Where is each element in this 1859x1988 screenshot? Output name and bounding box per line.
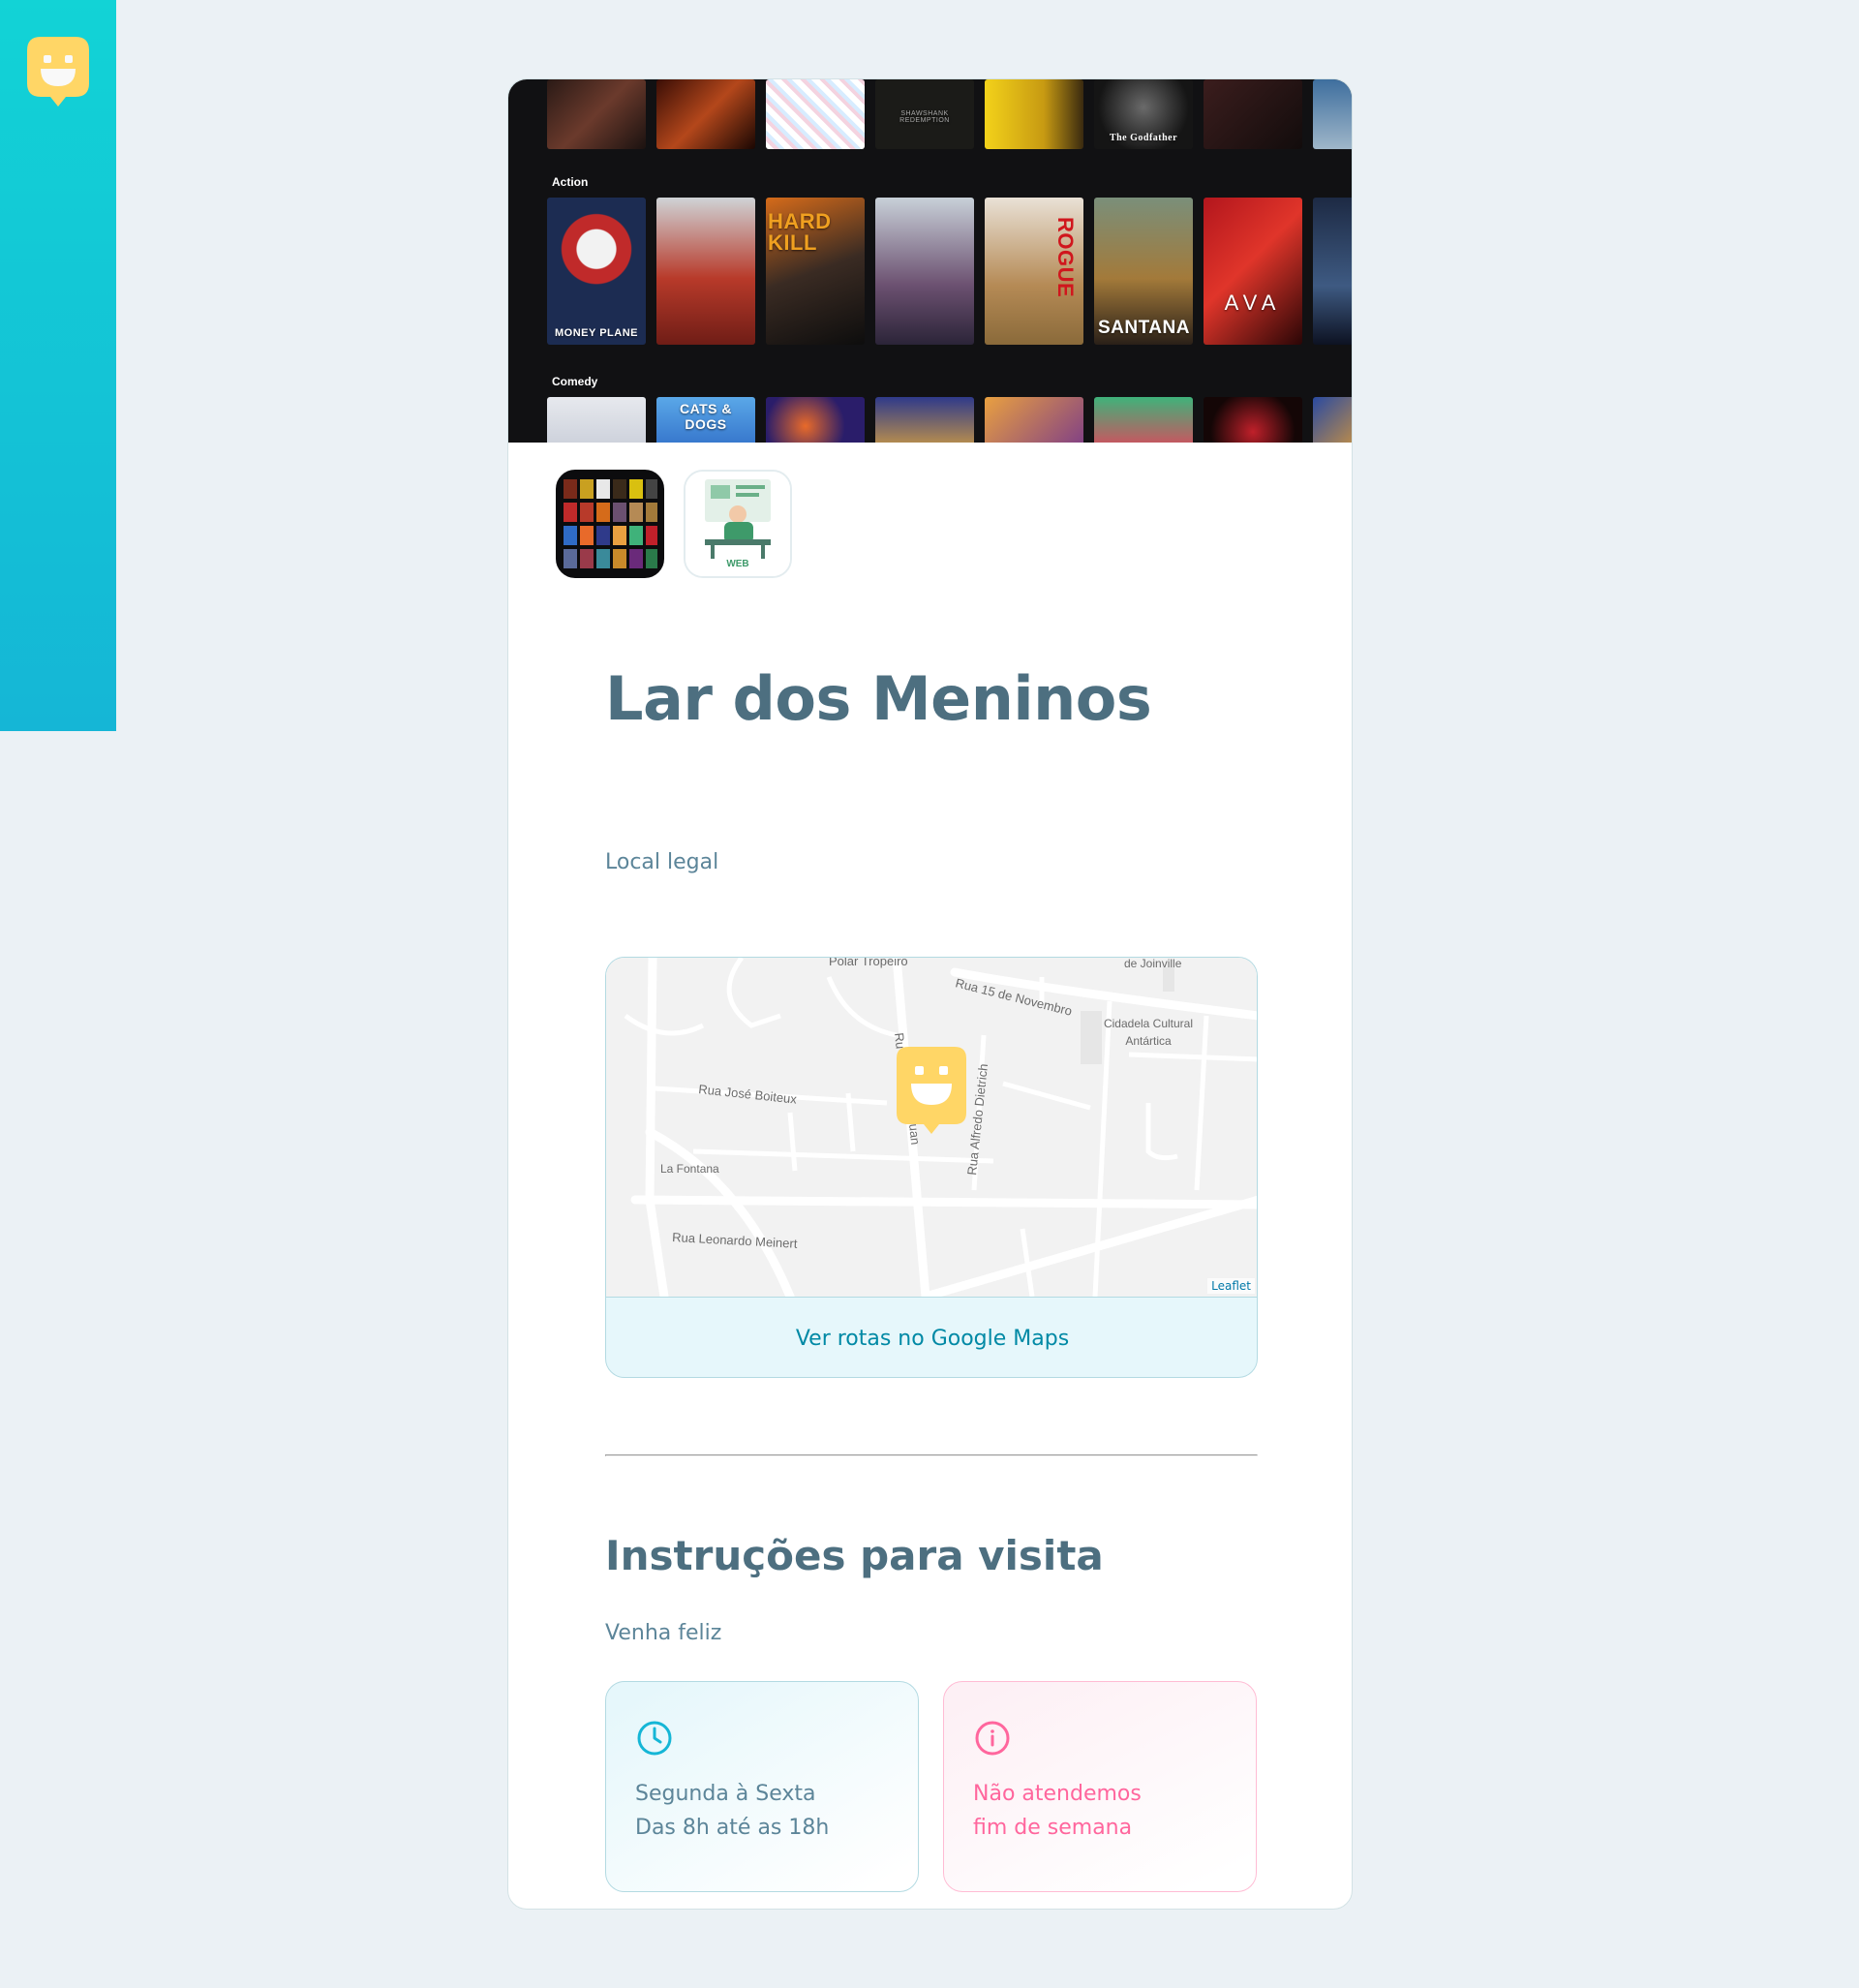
smiley-chat-icon[interactable]	[27, 37, 89, 107]
poster: AVA	[1204, 198, 1302, 345]
opening-hours-time: Das 8h até as 18h	[635, 1816, 830, 1840]
thumbnail-image: WEB	[686, 472, 790, 576]
page-title: Lar dos Meninos	[605, 663, 1152, 734]
poster	[1204, 79, 1302, 149]
poster	[1313, 79, 1352, 149]
poster	[547, 397, 646, 443]
svg-text:Ru: Ru	[892, 1032, 908, 1050]
poster: HARD KILL	[766, 198, 865, 345]
poster	[766, 397, 865, 443]
poster	[1313, 198, 1352, 345]
svg-text:Cidadela Cultural: Cidadela Cultural	[1104, 1017, 1193, 1030]
poster	[656, 79, 755, 149]
map-marker-icon[interactable]	[897, 1047, 966, 1134]
poster: The Godfather	[1094, 79, 1193, 149]
svg-text:La Fontana: La Fontana	[660, 1162, 719, 1176]
thumbnail-button[interactable]	[556, 470, 664, 578]
poster	[985, 397, 1083, 443]
visit-instructions-title: Instruções para visita	[605, 1532, 1104, 1579]
visit-instructions-text: Venha feliz	[605, 1621, 722, 1645]
map-container: Polar Tropeiro Rua 15 de Novembro de Joi…	[605, 957, 1258, 1378]
row-label-comedy: Comedy	[552, 375, 598, 388]
info-icon	[975, 1721, 1010, 1756]
leaflet-attribution-link[interactable]: Leaflet	[1207, 1278, 1255, 1294]
weekend-info-line-2: fim de semana	[973, 1816, 1133, 1840]
opening-hours-days: Segunda à Sexta	[635, 1782, 816, 1806]
map[interactable]: Polar Tropeiro Rua 15 de Novembro de Joi…	[606, 958, 1257, 1301]
poster	[1313, 397, 1352, 443]
poster: MONEY PLANE	[547, 198, 646, 345]
poster	[875, 397, 974, 443]
clock-icon	[637, 1721, 672, 1756]
poster	[985, 79, 1083, 149]
main-image: SHAWSHANK REDEMPTION The Godfather Actio…	[508, 79, 1352, 443]
orphanage-details-card: SHAWSHANK REDEMPTION The Godfather Actio…	[507, 78, 1353, 1910]
svg-text:Polar Tropeiro: Polar Tropeiro	[829, 958, 908, 968]
poster	[875, 198, 974, 345]
row-label-action: Action	[552, 175, 589, 189]
weekend-info-line-1: Não atendemos	[973, 1782, 1142, 1806]
poster	[1094, 397, 1193, 443]
map-tiles: Polar Tropeiro Rua 15 de Novembro de Joi…	[606, 958, 1257, 1301]
thumbnail-button[interactable]: WEB	[684, 470, 792, 578]
weekend-info-box: Não atendemos fim de semana	[943, 1681, 1257, 1892]
divider	[605, 1454, 1258, 1456]
google-maps-directions-link[interactable]: Ver rotas no Google Maps	[606, 1297, 1257, 1377]
poster: SANTANA	[1094, 198, 1193, 345]
poster: ROGUE	[985, 198, 1083, 345]
svg-text:uan: uan	[906, 1123, 923, 1146]
poster	[547, 79, 646, 149]
svg-text:de Joinville: de Joinville	[1124, 958, 1182, 970]
poster: CATS & DOGS	[656, 397, 755, 443]
poster	[1204, 397, 1302, 443]
place-description: Local legal	[605, 850, 719, 874]
svg-text:Antártica: Antártica	[1125, 1034, 1172, 1048]
opening-hours-box: Segunda à Sexta Das 8h até as 18h	[605, 1681, 919, 1892]
poster: SHAWSHANK REDEMPTION	[875, 79, 974, 149]
sidebar	[0, 0, 116, 731]
svg-text:WEB: WEB	[726, 559, 748, 569]
thumbnail-image	[558, 472, 662, 576]
poster	[766, 79, 865, 149]
poster	[656, 198, 755, 345]
